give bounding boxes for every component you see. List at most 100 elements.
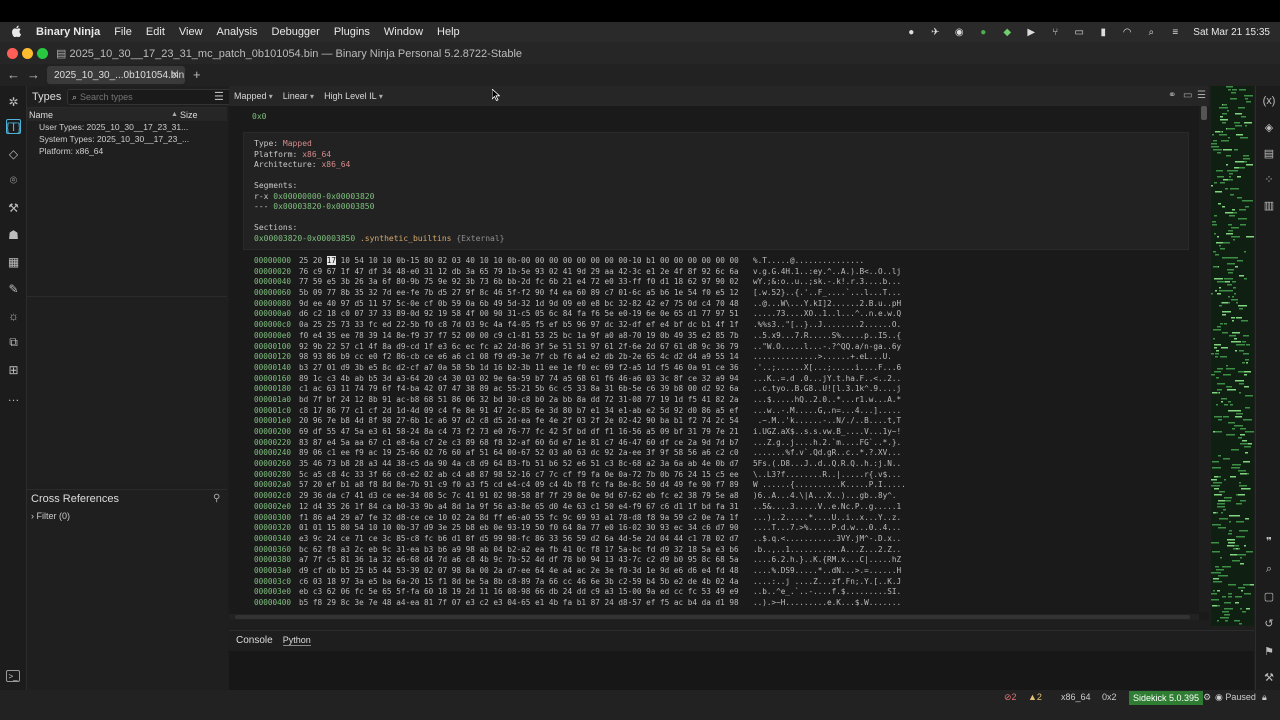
- robot-icon[interactable]: ☗: [6, 227, 21, 242]
- hex-bytes[interactable]: c8 17 86 77 c1 cf 2d 1d-4d 09 c4 fe 8e 9…: [299, 406, 753, 417]
- hex-row[interactable]: 00000160 89 1c c3 4b ab b5 3d a3-64 20 c4…: [229, 374, 1199, 385]
- hex-bytes[interactable]: 12 d4 35 26 1f 84 ca b0-33 9b a4 8d 1a 9…: [299, 502, 753, 513]
- close-window-button[interactable]: [7, 48, 18, 59]
- hex-bytes[interactable]: a7 7f c5 81 36 1a 32 e6-68 d4 7d a6 c8 4…: [299, 555, 753, 566]
- hex-ascii[interactable]: [.w.52}..{.'..F_....`...l...T...: [753, 288, 913, 299]
- hex-row[interactable]: 00000340 e3 9c 24 ce 71 ce 3c 85-c8 fc b6…: [229, 534, 1199, 545]
- feature-map[interactable]: [1211, 86, 1254, 626]
- hex-row[interactable]: 000000c0 0a 25 25 73 33 fc ed 22-5b f0 c8…: [229, 320, 1199, 331]
- hex-bytes[interactable]: f0 e4 35 ee 78 39 14 8e-f9 37 f7 52 00 0…: [299, 331, 753, 342]
- hex-row[interactable]: 00000240 89 06 c1 ee f9 ac 19 25-66 02 76…: [229, 448, 1199, 459]
- hex-row[interactable]: 00000220 83 87 e4 5a aa 67 c1 e8-6a c7 2e…: [229, 438, 1199, 449]
- hex-row[interactable]: 000003c0 c6 03 18 97 3a e5 ba 6a-20 15 f1…: [229, 577, 1199, 588]
- hex-address[interactable]: 000001c0: [229, 406, 299, 417]
- run-state[interactable]: ◉ Paused: [1215, 692, 1256, 703]
- tab-binary-file[interactable]: 2025_10_30_...0b101054.bin ✕: [47, 66, 185, 84]
- hex-address[interactable]: 000003e0: [229, 587, 299, 598]
- hex-ascii[interactable]: ..5&....3.....V..e.Nc.P..g.....1: [753, 502, 913, 513]
- hex-row[interactable]: 000001a0 bd 7f bf 24 12 8b 91 ac-b8 68 51…: [229, 395, 1199, 406]
- view-menu-icon[interactable]: ☰: [1197, 90, 1206, 101]
- hex-ascii[interactable]: .'..;......X[...;.....i....F...6: [753, 363, 913, 374]
- edit-icon[interactable]: ✎: [6, 281, 21, 296]
- type-value[interactable]: Mapped: [283, 139, 312, 148]
- hex-bytes[interactable]: 98 93 86 b9 cc e0 f2 86-cb ce e6 a6 c1 0…: [299, 352, 753, 363]
- hex-bytes[interactable]: 0a 25 25 73 33 fc ed 22-5b f0 c8 7d 03 9…: [299, 320, 753, 331]
- terminal-icon[interactable]: >_: [6, 670, 20, 682]
- leaf-icon[interactable]: ◆: [1001, 26, 1013, 38]
- types-braces-icon[interactable]: {T}: [6, 119, 21, 134]
- hex-bytes[interactable]: b5 f8 29 8c 3e 7e 48 a4-ea 81 7f 07 e3 c…: [299, 598, 753, 609]
- hex-dump[interactable]: 00000000 25 20 17 10 54 10 10 0b-15 80 82…: [229, 256, 1199, 610]
- hex-bytes[interactable]: 29 36 da c7 41 d3 ce ee-34 08 5c 7c 41 9…: [299, 491, 753, 502]
- hex-ascii[interactable]: ...$.....hQ..2.0..*...r1.w...A.*: [753, 395, 913, 406]
- hierarchy-icon[interactable]: ⊞: [6, 362, 21, 377]
- vertical-scrollbar[interactable]: [1199, 106, 1209, 612]
- hex-ascii[interactable]: ..b..^e_.`..-....f.$.........SI.: [753, 587, 913, 598]
- close-tab-icon[interactable]: ✕: [171, 70, 179, 81]
- forward-arrow-icon[interactable]: →: [27, 67, 40, 82]
- scroll-thumb[interactable]: [1201, 106, 1207, 120]
- hex-row[interactable]: 000002a0 57 20 ef b1 a8 f8 8d 8e-7b 91 c9…: [229, 480, 1199, 491]
- hex-bytes[interactable]: d6 c2 18 c0 07 37 33 89-0d 92 19 58 4f 0…: [299, 309, 753, 320]
- quote-icon[interactable]: ❞: [1262, 534, 1276, 548]
- clock[interactable]: Sat Mar 21 15:35: [1193, 27, 1270, 38]
- hex-bytes[interactable]: 77 59 e5 3b 26 3a 6f 80-9b 75 9e 92 3b 7…: [299, 277, 753, 288]
- apple-icon[interactable]: [12, 25, 26, 40]
- section-range[interactable]: 0x00003820-0x00003850: [254, 234, 355, 243]
- hex-row[interactable]: 000003a0 d9 cf db b5 25 b5 44 53-39 02 07…: [229, 566, 1199, 577]
- hex-address[interactable]: 00000120: [229, 352, 299, 363]
- hex-row[interactable]: 00000380 a7 7f c5 81 36 1a 32 e6-68 d4 7d…: [229, 555, 1199, 566]
- hex-row[interactable]: 00000280 5c a5 c8 4c 33 3f 66 c0-e2 02 ab…: [229, 470, 1199, 481]
- hex-address[interactable]: 000000a0: [229, 309, 299, 320]
- menu-analysis[interactable]: Analysis: [217, 26, 258, 38]
- variable-x-icon[interactable]: (x): [1262, 94, 1276, 108]
- hex-bytes[interactable]: bd 7f bf 24 12 8b 91 ac-b8 68 51 86 06 3…: [299, 395, 753, 406]
- menu-help[interactable]: Help: [437, 26, 460, 38]
- hex-address[interactable]: 00000320: [229, 523, 299, 534]
- hex-address[interactable]: 000002a0: [229, 480, 299, 491]
- console-tab[interactable]: Console: [236, 635, 273, 646]
- hex-ascii[interactable]: .......%f.v`.Qd.gR..c..*.?.XV...: [753, 448, 913, 459]
- arch-status[interactable]: x86_64: [1061, 692, 1091, 702]
- panel-divider[interactable]: [27, 296, 227, 297]
- mapping-dropdown[interactable]: Mapped: [234, 91, 273, 101]
- hex-row[interactable]: 000002c0 29 36 da c7 41 d3 ce ee-34 08 5c…: [229, 491, 1199, 502]
- hex-ascii[interactable]: .."W.O.....l...-.?^QQ.a/n-ga..6y: [753, 342, 913, 353]
- hex-ascii[interactable]: ..............>......+.eL...U.: [753, 352, 913, 363]
- hex-row[interactable]: 00000140 b3 27 01 d9 3b e5 8c d2-cf a7 0a…: [229, 363, 1199, 374]
- hex-address[interactable]: 000001e0: [229, 416, 299, 427]
- hex-bytes[interactable]: 69 df 55 47 5a e3 61 58-24 8a c4 73 f2 7…: [299, 427, 753, 438]
- hex-address[interactable]: 00000180: [229, 384, 299, 395]
- hex-address[interactable]: 00000360: [229, 545, 299, 556]
- hex-ascii[interactable]: 5Fs.(.D8...J..d..Q.R.Q..h.:j.N..: [753, 459, 913, 470]
- debug-bug-icon[interactable]: ☼: [6, 308, 21, 323]
- hammer-icon[interactable]: ⚒: [1262, 670, 1276, 684]
- hex-bytes[interactable]: 57 20 ef b1 a8 f8 8d 8e-7b 91 c9 f0 a3 f…: [299, 480, 753, 491]
- hex-address[interactable]: 00000380: [229, 555, 299, 566]
- xrefs-filter[interactable]: › Filter (0): [31, 511, 70, 521]
- hex-row[interactable]: 000000a0 d6 c2 18 c0 07 37 33 89-0d 92 19…: [229, 309, 1199, 320]
- hex-address[interactable]: 00000220: [229, 438, 299, 449]
- hex-bytes[interactable]: 35 46 73 b8 28 a3 44 38-c5 da 90 4a c8 d…: [299, 459, 753, 470]
- types-search-input[interactable]: [80, 92, 221, 102]
- hex-row[interactable]: 00000300 f1 86 a4 29 a7 fe 32 d8-ce ce 10…: [229, 513, 1199, 524]
- segment-range[interactable]: 0x00003820-0x00003850: [273, 202, 374, 211]
- hex-ascii[interactable]: ....%.DS9.....*..dN...>.=......H: [753, 566, 913, 577]
- hex-ascii[interactable]: ....6.2.h.}..K.{RM.x...C|.....hZ: [753, 555, 913, 566]
- error-count[interactable]: ⊘2: [1004, 692, 1017, 703]
- hex-ascii[interactable]: .~.M..'k......-..N/./..B....t,T: [753, 416, 913, 427]
- hex-ascii[interactable]: ...Z.g..j....h.2.`m....FG`..*.}.: [753, 438, 913, 449]
- lock-icon[interactable]: 🔒︎: [1262, 692, 1267, 703]
- hex-row[interactable]: 000000e0 f0 e4 35 ee 78 39 14 8e-f9 37 f7…: [229, 331, 1199, 342]
- sidekick-badge[interactable]: Sidekick 5.0.395: [1129, 691, 1204, 705]
- hex-bytes[interactable]: eb c3 62 06 fc 5e 65 5f-fa 60 18 19 2d 1…: [299, 587, 753, 598]
- hex-address[interactable]: 00000280: [229, 470, 299, 481]
- warning-count[interactable]: ▲2: [1028, 692, 1042, 702]
- hex-address[interactable]: 00000080: [229, 299, 299, 310]
- hex-ascii[interactable]: ..5.x9...7.R.....S%.....p..I5..{: [753, 331, 913, 342]
- hex-ascii[interactable]: ...)..2.....*....U..i..x...Y..z.: [753, 513, 913, 524]
- hex-address[interactable]: 00000240: [229, 448, 299, 459]
- hex-row[interactable]: 00000320 01 01 15 80 54 10 10 0b-37 d9 3e…: [229, 523, 1199, 534]
- hex-ascii[interactable]: .....73....XO..1..l...^..n.e.w.Q: [753, 309, 913, 320]
- cursor-byte[interactable]: 17: [326, 256, 337, 265]
